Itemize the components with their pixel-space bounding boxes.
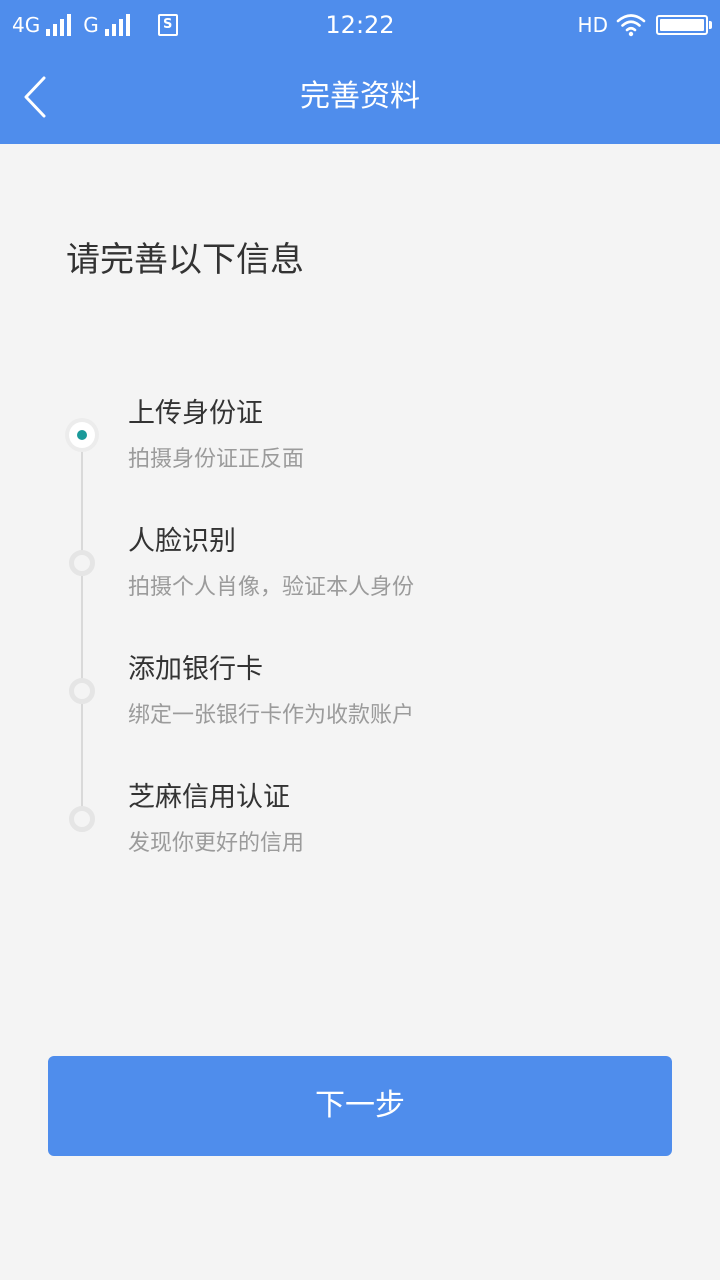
step-dot (69, 678, 95, 704)
step-dot (69, 550, 95, 576)
step-title: 上传身份证 (128, 398, 263, 429)
top-bar: 4G G S 12:22 HD 完善资料 (0, 0, 720, 144)
step-title: 芝麻信用认证 (128, 782, 290, 813)
wifi-icon (616, 14, 646, 37)
step-desc: 绑定一张银行卡作为收款账户 (128, 703, 415, 728)
battery-icon (656, 15, 712, 35)
step-add-bank-card[interactable]: 添加银行卡 绑定一张银行卡作为收款账户 (0, 640, 720, 768)
step-upload-id[interactable]: 上传身份证 拍摄身份证正反面 (0, 384, 720, 512)
step-dot (69, 806, 95, 832)
nav-bar: 完善资料 (0, 50, 720, 144)
step-sesame-credit[interactable]: 芝麻信用认证 发现你更好的信用 (0, 768, 720, 896)
status-bar: 4G G S 12:22 HD (0, 0, 720, 50)
status-indicators: HD (577, 10, 712, 40)
step-desc: 发现你更好的信用 (128, 831, 305, 856)
hd-label: HD (577, 13, 608, 37)
section-heading: 请完善以下信息 (66, 240, 304, 280)
step-face-recognition[interactable]: 人脸识别 拍摄个人肖像，验证本人身份 (0, 512, 720, 640)
step-desc: 拍摄个人肖像，验证本人身份 (128, 575, 415, 600)
page-title: 完善资料 (300, 79, 420, 114)
next-step-button[interactable]: 下一步 (48, 1056, 672, 1156)
step-desc: 拍摄身份证正反面 (128, 447, 305, 472)
step-title: 添加银行卡 (128, 654, 263, 685)
step-dot-active (69, 422, 95, 448)
step-title: 人脸识别 (128, 526, 236, 557)
